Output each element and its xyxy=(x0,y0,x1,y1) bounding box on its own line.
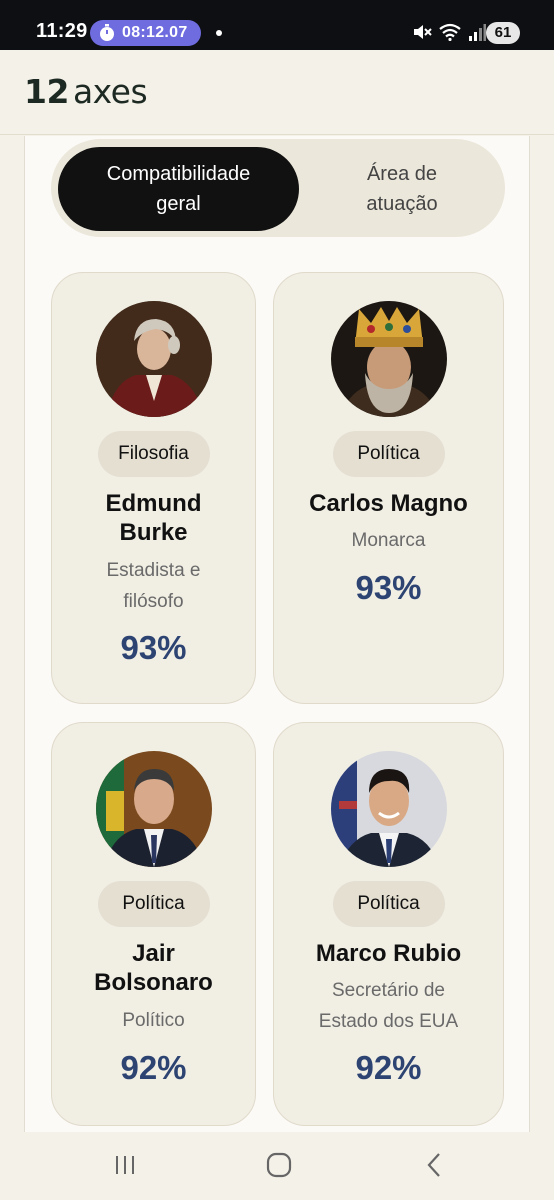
portrait-icon xyxy=(330,301,447,417)
person-name: Jair Bolsonaro xyxy=(94,940,213,996)
person-role: Monarca xyxy=(351,530,426,551)
category-tag: Filosofia xyxy=(97,431,210,477)
person-role: Secretário de Estado dos EUA xyxy=(318,980,459,1032)
logo-text: axes xyxy=(72,72,148,111)
back-button[interactable] xyxy=(414,1150,454,1180)
category-tag: Política xyxy=(97,881,210,927)
avatar xyxy=(330,751,447,867)
logo-number: 12 xyxy=(24,72,69,111)
portrait-icon xyxy=(330,751,447,867)
tab-area-de-atuacao[interactable]: Área de atuação xyxy=(307,147,497,231)
status-icons xyxy=(412,22,486,42)
home-button[interactable] xyxy=(259,1150,299,1180)
portrait-icon xyxy=(95,751,212,867)
recent-apps-icon xyxy=(116,1156,134,1174)
back-icon xyxy=(427,1153,440,1177)
notification-dot-icon xyxy=(216,30,222,36)
wifi-icon xyxy=(439,23,461,41)
recent-apps-button[interactable] xyxy=(105,1150,145,1180)
avatar xyxy=(95,301,212,417)
person-card[interactable]: Política Carlos Magno Monarca 93% xyxy=(273,272,504,704)
compatibility-percent: 93% xyxy=(355,569,422,606)
timer-text: 08:12.07 xyxy=(122,24,188,41)
tab-compatibilidade-geral[interactable]: Compatibilidade geral xyxy=(58,147,299,231)
timer-pill[interactable]: 08:12.07 xyxy=(90,20,201,46)
person-card[interactable]: Política Marco Rubio Secretário de Estad… xyxy=(273,722,504,1126)
view-toggle: Compatibilidade geral Área de atuação xyxy=(51,139,505,237)
status-time: 11:29 xyxy=(36,20,88,42)
category-tag: Política xyxy=(332,881,445,927)
avatar xyxy=(330,301,447,417)
app-header: 12 axes xyxy=(0,50,554,135)
person-card[interactable]: Política Jair Bolsonaro Político 92% xyxy=(51,722,256,1126)
avatar xyxy=(95,751,212,867)
person-role: Político xyxy=(122,1010,185,1031)
status-bar: 11:29 08:12.07 61 xyxy=(0,0,554,50)
person-card[interactable]: Filosofia Edmund Burke Estadista e filós… xyxy=(51,272,256,704)
battery-badge: 61 xyxy=(486,22,520,44)
category-tag: Política xyxy=(332,431,445,477)
results-panel: Compatibilidade geral Área de atuação Fi… xyxy=(24,136,530,1132)
system-nav-bar xyxy=(0,1132,554,1200)
portrait-icon xyxy=(95,301,212,417)
person-role: Estadista e filósofo xyxy=(106,560,201,612)
person-name: Carlos Magno xyxy=(309,490,468,517)
person-name: Edmund Burke xyxy=(105,490,202,546)
signal-icon xyxy=(469,24,486,41)
compatibility-percent: 93% xyxy=(120,629,187,666)
person-name: Marco Rubio xyxy=(315,940,462,967)
mute-icon xyxy=(414,25,432,39)
compatibility-percent: 92% xyxy=(120,1049,187,1086)
compatibility-percent: 92% xyxy=(355,1049,422,1086)
stopwatch-icon xyxy=(100,24,114,41)
app-logo[interactable]: 12 axes xyxy=(24,72,148,111)
home-icon xyxy=(266,1152,292,1178)
